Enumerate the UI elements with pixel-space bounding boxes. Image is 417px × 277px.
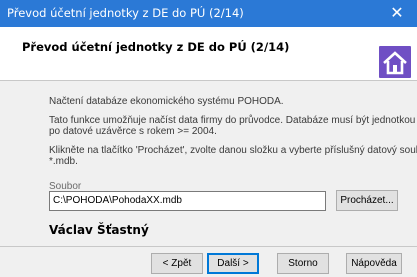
description-text-1: Tato funkce umožňuje načíst data firmy d…	[49, 115, 417, 126]
cancel-button[interactable]: Storno	[277, 253, 329, 274]
description-text-2: po datové uzávěrce s rokem >= 2004.	[49, 126, 217, 137]
back-button[interactable]: < Zpět	[151, 253, 203, 274]
close-icon[interactable]: ✕	[377, 0, 417, 27]
next-button[interactable]: Další >	[207, 253, 259, 274]
instruction-text-2: *.mdb.	[49, 156, 78, 167]
page-title: Převod účetní jednotky z DE do PÚ (2/14)	[22, 40, 290, 54]
browse-button[interactable]: Procházet...	[336, 190, 398, 211]
wizard-window: Převod účetní jednotky z DE do PÚ (2/14)…	[0, 0, 417, 277]
intro-text: Načtení databáze ekonomického systému PO…	[49, 96, 284, 107]
footer-bar: < Zpět Další > Storno Nápověda	[0, 247, 417, 277]
instruction-text-1: Klikněte na tlačítko 'Procházet', zvolte…	[49, 145, 417, 156]
signature-name: Václav Šťastný	[49, 223, 149, 237]
window-title: Převod účetní jednotky z DE do PÚ (2/14)	[7, 6, 244, 20]
wizard-header: Převod účetní jednotky z DE do PÚ (2/14)	[0, 27, 417, 81]
wizard-content: Načtení databáze ekonomického systému PO…	[0, 82, 417, 255]
title-bar[interactable]: Převod účetní jednotky z DE do PÚ (2/14)…	[0, 0, 417, 27]
help-button[interactable]: Nápověda	[346, 253, 402, 274]
file-path-input[interactable]: C:\POHODA\PohodaXX.mdb	[49, 191, 326, 211]
home-icon	[379, 46, 411, 78]
